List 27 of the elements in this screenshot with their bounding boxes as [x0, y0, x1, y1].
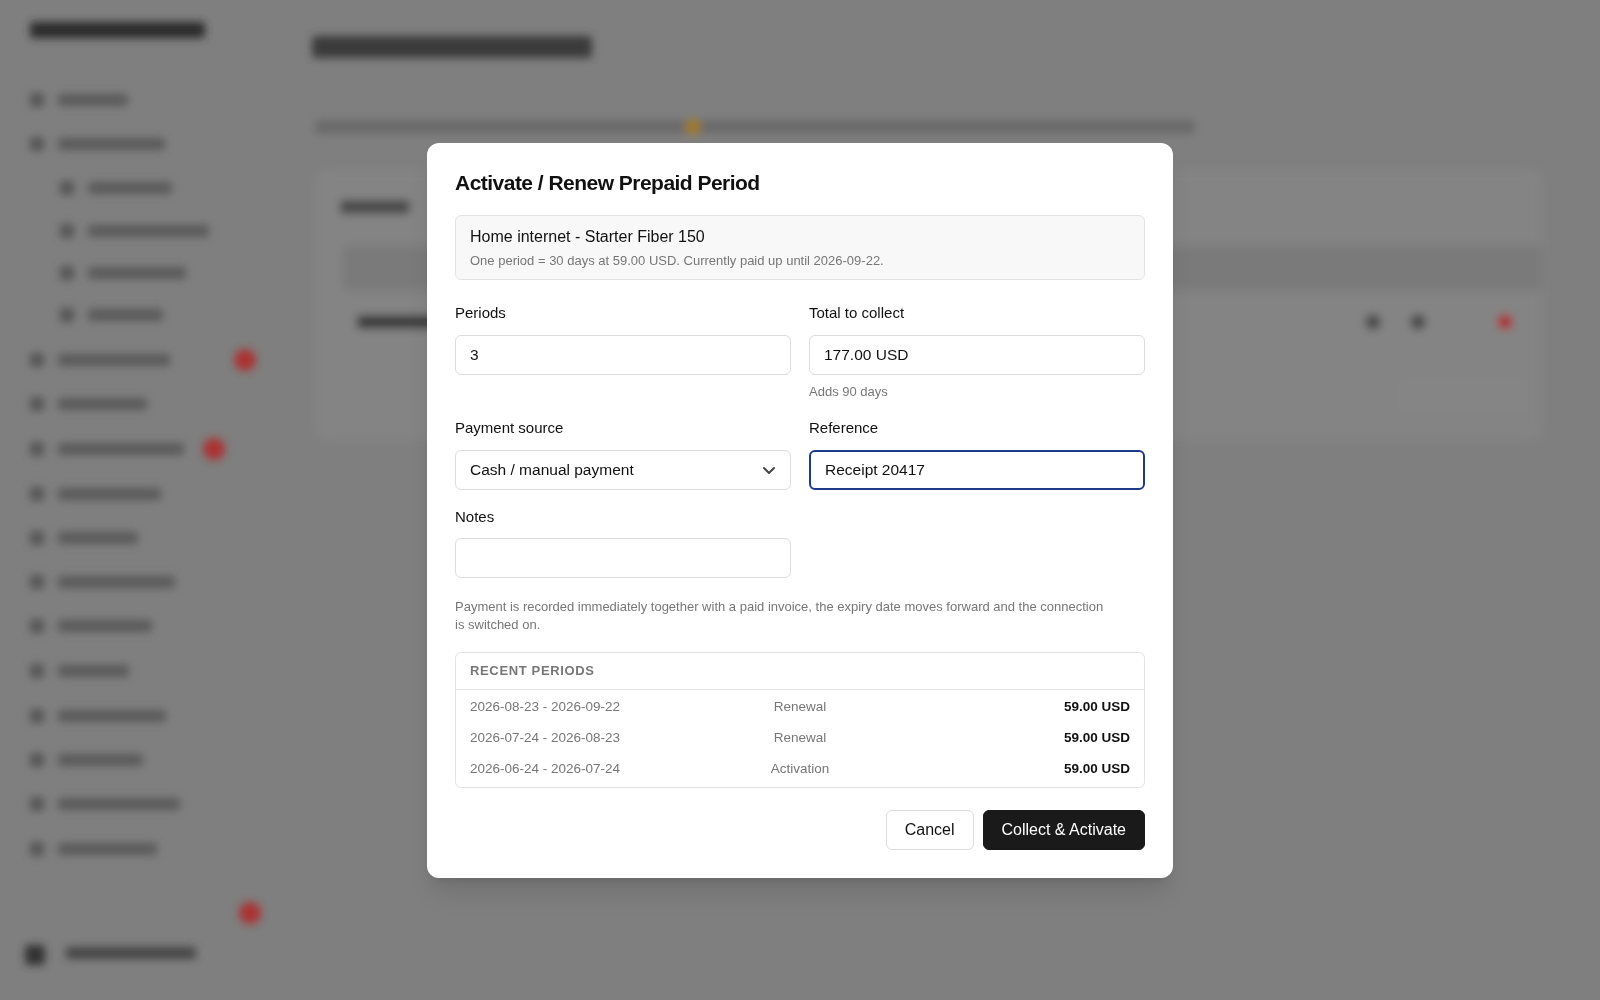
table-cell-text: Activation — [769, 760, 831, 779]
table-cell-text: Renewal — [772, 729, 828, 748]
service-description: One period = 30 days at 59.00 USD. Currently paid up until 2026-09-22. — [470, 251, 885, 270]
field-label: Total to collect — [809, 303, 906, 323]
table-heading: RECENT PERIODS — [470, 662, 595, 681]
table-cell-text: 59.00 USD — [1062, 729, 1130, 748]
service-name: Home internet - Starter Fiber 150 — [470, 226, 706, 247]
cancel-button[interactable]: Cancel — [885, 810, 974, 850]
table-cell-text: 2026-07-24 - 2026-08-23 — [470, 729, 622, 748]
input-field[interactable] — [455, 538, 791, 578]
payment-source-dropdown[interactable]: Cash / manual payment — [455, 449, 791, 490]
table-cell-text: 59.00 USD — [1062, 698, 1130, 717]
dialog-title: Activate / Renew Prepaid Period — [455, 170, 761, 196]
table-cell-text: 2026-06-24 - 2026-07-24 — [470, 760, 622, 779]
table-cell-text: 2026-08-23 - 2026-09-22 — [470, 698, 622, 717]
field-hint: Adds 90 days — [809, 382, 889, 401]
table-cell-text: 59.00 USD — [1062, 760, 1130, 779]
field-label: Reference — [809, 418, 880, 438]
input-field[interactable]: Receipt 20417 — [809, 449, 1145, 490]
field-label: Periods — [455, 303, 507, 323]
input-field[interactable]: 3 — [455, 334, 791, 375]
table-cell-text: Renewal — [772, 698, 828, 717]
input-field[interactable]: 177.00 USD — [809, 334, 1145, 375]
collect-activate-button[interactable]: Collect & Activate — [982, 810, 1145, 850]
info-text: Payment is recorded immediately together with a paid invoice, the expiry date moves forward and the connection is switched on. — [455, 598, 1105, 634]
field-label: Notes — [455, 506, 496, 527]
field-label: Payment source — [455, 418, 565, 438]
